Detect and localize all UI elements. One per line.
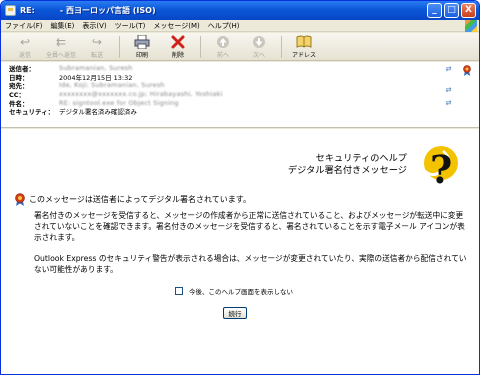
from-value: Subramanian, Suresh xyxy=(59,64,133,73)
dont-show-help-option[interactable]: 今後、このヘルプ画面を表示しない xyxy=(175,286,293,296)
toolbar: ↩ 返信 ⇇ 全員へ返信 ↪ 転送 印刷 削除 前へ 次へ アドレス xyxy=(1,33,479,61)
security-warning-explanation: Outlook Express のセキュリティ警告が表示される場合は、メッセージ… xyxy=(34,254,467,274)
menu-help[interactable]: ヘルプ(H) xyxy=(204,21,244,31)
reply-label: 返信 xyxy=(18,52,31,59)
menu-tools[interactable]: ツール(T) xyxy=(111,21,150,31)
signed-message-explanation: 署名付きのメッセージを受信すると、メッセージの作成者から正常に送信されていること… xyxy=(34,211,465,242)
outlook-express-message-window: RE: - 西ヨーロッパ言語 (ISO) _ □ X ファイル(F) 編集(E)… xyxy=(0,0,480,375)
to-value: Ide, Koji; Subramanian, Suresh xyxy=(59,81,165,90)
menu-view[interactable]: 表示(V) xyxy=(78,21,110,31)
cc-value: xxxxxxxx@xxxxxxx.co.jp; Hirabayashi, Yos… xyxy=(59,90,223,99)
delete-label: 削除 xyxy=(171,52,184,59)
menu-message[interactable]: メッセージ(M) xyxy=(149,21,203,31)
print-label: 印刷 xyxy=(135,52,148,59)
security-help-pane: セキュリティのヘルプ デジタル署名付きメッセージ ? このメッセージは送信者によ… xyxy=(1,129,479,374)
close-button[interactable]: X xyxy=(461,3,476,18)
help-title-line2: デジタル署名付きメッセージ xyxy=(287,165,407,176)
help-question-icon: ? xyxy=(421,143,461,192)
maximize-button[interactable]: □ xyxy=(444,3,459,18)
dont-show-help-label[interactable]: 今後、このヘルプ画面を表示しない xyxy=(189,286,293,296)
next-icon xyxy=(252,35,266,49)
subject-value: RE: signtool.exe for Object Signing xyxy=(59,98,179,107)
windows-logo-icon xyxy=(465,20,477,32)
previous-label: 前へ xyxy=(216,52,229,59)
contact-card-icon[interactable]: ⇄ xyxy=(444,87,453,94)
forward-label: 転送 xyxy=(90,52,103,59)
reply-all-label: 全員へ返信 xyxy=(45,52,76,59)
signed-message-text: このメッセージは送信者によってデジタル署名されています。 xyxy=(29,195,251,204)
continue-button[interactable]: 続行 xyxy=(223,307,247,319)
print-button[interactable]: 印刷 xyxy=(124,33,160,59)
contact-card-icon[interactable]: ⇄ xyxy=(444,66,453,73)
svg-text:?: ? xyxy=(430,147,452,189)
message-header: 送信者： Subramanian, Suresh 日時： 2004年12月15日 1… xyxy=(1,62,479,128)
reply-all-icon: ⇇ xyxy=(55,35,67,49)
delete-button[interactable]: 削除 xyxy=(160,33,196,59)
date-value: 2004年12月15日 13:32 xyxy=(59,73,133,82)
address-book-button[interactable]: アドレス xyxy=(286,33,322,59)
next-button[interactable]: 次へ xyxy=(241,33,277,59)
signed-message-line: このメッセージは送信者によってデジタル署名されています。 xyxy=(15,193,251,206)
help-title: セキュリティのヘルプ デジタル署名付きメッセージ xyxy=(288,153,407,177)
signature-seal-icon[interactable] xyxy=(463,65,471,76)
minimize-button[interactable]: _ xyxy=(427,3,442,18)
forward-icon: ↪ xyxy=(91,35,103,49)
menu-file[interactable]: ファイル(F) xyxy=(1,21,47,31)
toolbar-separator xyxy=(200,36,201,58)
toolbar-separator xyxy=(119,36,120,58)
contact-card-icon[interactable]: ⇄ xyxy=(444,100,453,107)
security-value: デジタル署名済み確認済み xyxy=(59,108,137,117)
previous-button[interactable]: 前へ xyxy=(205,33,241,59)
reply-all-button[interactable]: ⇇ 全員へ返信 xyxy=(43,33,79,59)
title-bar[interactable]: RE: - 西ヨーロッパ言語 (ISO) _ □ X xyxy=(1,1,479,20)
menu-bar: ファイル(F) 編集(E) 表示(V) ツール(T) メッセージ(M) ヘルプ(… xyxy=(1,20,479,32)
forward-button[interactable]: ↪ 転送 xyxy=(79,33,115,59)
help-title-line1: セキュリティのヘルプ xyxy=(315,153,407,164)
signature-seal-icon xyxy=(15,193,25,206)
dont-show-help-checkbox[interactable] xyxy=(175,287,183,295)
header-icons: ⇄ ⇄ ⇄ xyxy=(444,66,453,107)
window-controls: _ □ X xyxy=(427,3,476,18)
reply-icon: ↩ xyxy=(19,35,31,49)
reply-button[interactable]: ↩ 返信 xyxy=(7,33,43,59)
delete-icon xyxy=(171,35,185,49)
previous-icon xyxy=(216,35,230,49)
security-label: セキュリティ： xyxy=(9,108,55,117)
next-label: 次へ xyxy=(252,52,265,59)
window-title: RE: - 西ヨーロッパ言語 (ISO) xyxy=(20,6,156,15)
message-envelope-icon xyxy=(5,5,16,16)
menu-edit[interactable]: 編集(E) xyxy=(47,21,79,31)
toolbar-separator xyxy=(281,36,282,58)
address-book-label: アドレス xyxy=(291,52,316,59)
printer-icon xyxy=(134,35,150,49)
address-book-icon xyxy=(296,35,312,49)
